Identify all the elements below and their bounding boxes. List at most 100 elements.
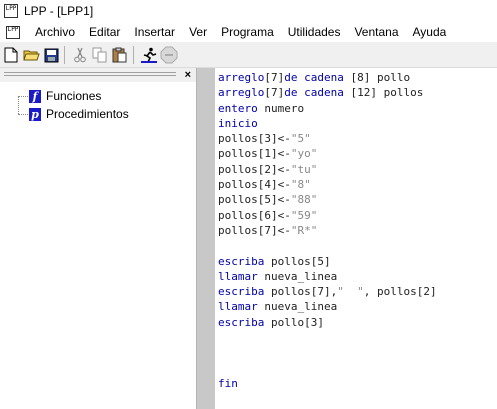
panel-header: × bbox=[0, 68, 196, 82]
toolbar-separator bbox=[133, 46, 134, 64]
code-token: pollos[4]<- bbox=[218, 178, 291, 192]
code-token: pollos[1]<- bbox=[218, 147, 291, 161]
save-icon bbox=[44, 48, 58, 62]
code-token: pollos[6]<- bbox=[218, 208, 291, 222]
code-line[interactable]: arreglo[7]de cadena [12] pollos bbox=[218, 85, 437, 100]
code-line[interactable]: pollos[1]<-"yo" bbox=[218, 146, 437, 161]
menu-ayuda[interactable]: Ayuda bbox=[406, 22, 454, 42]
keyword-token: arreglo bbox=[218, 71, 265, 84]
string-token: "59" bbox=[290, 208, 318, 222]
tree-item-label: Procedimientos bbox=[46, 107, 129, 121]
code-token: pollos[5] bbox=[264, 254, 331, 268]
code-line[interactable]: fin bbox=[218, 376, 437, 391]
code-line[interactable]: escriba pollos[7]," ", pollos[2] bbox=[218, 284, 437, 299]
code-line[interactable]: entero numero bbox=[218, 101, 437, 116]
cut-icon bbox=[74, 47, 86, 63]
paste-button[interactable] bbox=[111, 46, 129, 64]
keyword-token: llamar bbox=[218, 269, 258, 283]
keyword-token: escriba bbox=[218, 254, 265, 268]
tree-item-funciones[interactable]: f Funciones bbox=[18, 88, 101, 104]
code-line[interactable] bbox=[218, 361, 437, 376]
run-icon bbox=[141, 47, 157, 63]
open-folder-icon bbox=[22, 50, 40, 61]
menu-archivo[interactable]: Archivo bbox=[28, 22, 82, 42]
code-line[interactable] bbox=[218, 345, 437, 360]
keyword-token: de cadena bbox=[284, 86, 351, 100]
code-token: pollos[7]<- bbox=[218, 223, 291, 237]
string-token: "tu" bbox=[290, 162, 318, 176]
code-token: pollo[3] bbox=[264, 315, 324, 329]
tree-item-procedimientos[interactable]: p Procedimientos bbox=[18, 106, 129, 122]
code-line[interactable]: escriba pollos[5] bbox=[218, 254, 437, 269]
code-line[interactable]: llamar nueva_linea bbox=[218, 299, 437, 314]
toolbar-separator bbox=[64, 46, 65, 64]
code-token: [12] pollos bbox=[350, 86, 424, 100]
string-token: "R*" bbox=[290, 223, 318, 237]
function-icon: f bbox=[29, 89, 41, 103]
code-token: pollos[3]<- bbox=[218, 132, 291, 146]
run-button[interactable] bbox=[140, 46, 158, 64]
menu-ver[interactable]: Ver bbox=[182, 22, 214, 42]
code-line[interactable]: inicio bbox=[218, 116, 437, 131]
code-line[interactable]: pollos[3]<-"5" bbox=[218, 131, 437, 146]
code-line[interactable]: escriba pollo[3] bbox=[218, 315, 437, 330]
menu-bar: LPP Archivo Editar Insertar Ver Programa… bbox=[0, 22, 497, 42]
code-token: [8] pollo bbox=[350, 71, 411, 84]
close-icon[interactable]: × bbox=[185, 68, 191, 82]
tree-connector bbox=[18, 95, 28, 97]
menu-utilidades[interactable]: Utilidades bbox=[281, 22, 348, 42]
panel-splitter[interactable] bbox=[197, 68, 215, 409]
code-token: pollos[2]<- bbox=[218, 162, 291, 176]
string-token: "5" bbox=[290, 132, 311, 146]
keyword-token: fin bbox=[218, 376, 238, 390]
code-token: , pollos[2] bbox=[363, 285, 437, 299]
string-token: " " bbox=[337, 285, 364, 299]
code-text[interactable]: arreglo[7]de cadena [8] pollo arreglo[7]d… bbox=[218, 70, 437, 391]
keyword-token: llamar bbox=[218, 300, 258, 314]
code-line[interactable]: pollos[5]<-"88" bbox=[218, 192, 437, 207]
code-token: nueva_linea bbox=[257, 300, 338, 314]
cut-button[interactable] bbox=[71, 46, 89, 64]
string-token: "8" bbox=[290, 178, 311, 192]
menu-insertar[interactable]: Insertar bbox=[127, 22, 182, 42]
window-title: LPP - [LPP1] bbox=[24, 4, 94, 18]
copy-button[interactable] bbox=[91, 46, 109, 64]
lpp-app-icon: LPP bbox=[4, 4, 18, 18]
code-line[interactable]: arreglo[7]de cadena [8] pollo bbox=[218, 70, 437, 85]
paste-icon bbox=[112, 47, 127, 63]
string-token: "yo" bbox=[290, 147, 318, 161]
explorer-panel: × f Funciones p Procedimientos bbox=[0, 68, 197, 409]
new-file-button[interactable] bbox=[2, 46, 20, 64]
procedure-icon: p bbox=[29, 107, 41, 121]
code-line[interactable]: pollos[7]<-"R*" bbox=[218, 223, 437, 238]
menu-ventana[interactable]: Ventana bbox=[347, 22, 405, 42]
panel-grip[interactable] bbox=[4, 75, 176, 76]
code-token: pollos[7], bbox=[264, 285, 338, 299]
code-line[interactable]: pollos[4]<-"8" bbox=[218, 177, 437, 192]
keyword-token: inicio bbox=[218, 116, 258, 130]
document-icon[interactable]: LPP bbox=[6, 25, 20, 39]
code-line[interactable] bbox=[218, 238, 437, 253]
code-line[interactable]: pollos[6]<-"59" bbox=[218, 208, 437, 223]
save-button[interactable] bbox=[42, 46, 60, 64]
code-line[interactable]: llamar nueva_linea bbox=[218, 269, 437, 284]
code-token: pollos[5]<- bbox=[218, 193, 291, 207]
keyword-token: entero bbox=[218, 101, 258, 115]
keyword-token: escriba bbox=[218, 285, 265, 299]
copy-icon bbox=[92, 47, 107, 63]
code-token: [7] bbox=[264, 86, 285, 100]
panel-grip[interactable] bbox=[4, 72, 176, 73]
code-token: numero bbox=[257, 101, 305, 115]
tree-item-label: Funciones bbox=[46, 89, 102, 103]
menu-programa[interactable]: Programa bbox=[214, 22, 281, 42]
menu-editar[interactable]: Editar bbox=[82, 22, 127, 42]
code-line[interactable] bbox=[218, 330, 437, 345]
stop-icon bbox=[160, 46, 178, 64]
open-folder-button[interactable] bbox=[22, 46, 40, 64]
new-file-icon bbox=[4, 47, 18, 63]
tree-connector bbox=[18, 113, 28, 115]
code-editor[interactable]: arreglo[7]de cadena [8] pollo arreglo[7]d… bbox=[215, 68, 497, 409]
code-line[interactable]: pollos[2]<-"tu" bbox=[218, 162, 437, 177]
keyword-token: arreglo bbox=[218, 86, 265, 100]
stop-button[interactable] bbox=[160, 46, 178, 64]
